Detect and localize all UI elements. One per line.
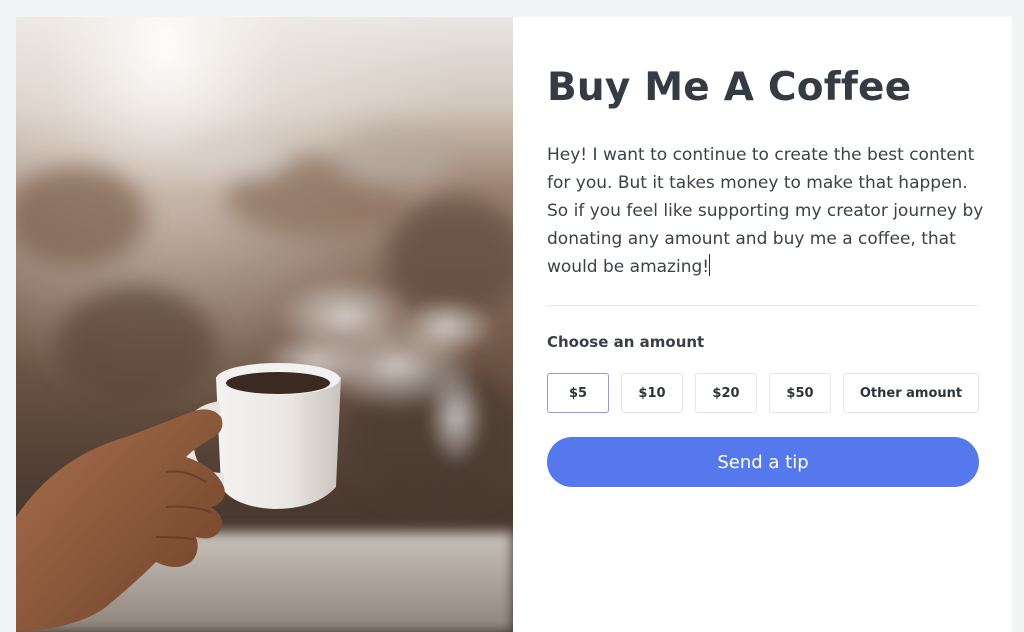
coffee-photo [16,17,513,632]
page-title: Buy Me A Coffee [547,65,912,110]
amount-label: Choose an amount [547,333,705,351]
tip-card: Buy Me A Coffee Hey! I want to continue … [16,17,1012,632]
description-text: Hey! I want to continue to create the be… [547,141,987,281]
section-divider [547,305,979,306]
amount-50-button[interactable]: $50 [769,373,831,413]
amount-5-button[interactable]: $5 [547,373,609,413]
amount-20-button[interactable]: $20 [695,373,757,413]
description-content: Hey! I want to continue to create the be… [547,145,984,277]
send-tip-button[interactable]: Send a tip [547,437,979,487]
coffee-photo-image [16,17,513,632]
text-caret [709,254,711,276]
amount-10-button[interactable]: $10 [621,373,683,413]
other-amount-button[interactable]: Other amount [843,373,979,413]
amount-options: $5 $10 $20 $50 Other amount [547,373,979,415]
